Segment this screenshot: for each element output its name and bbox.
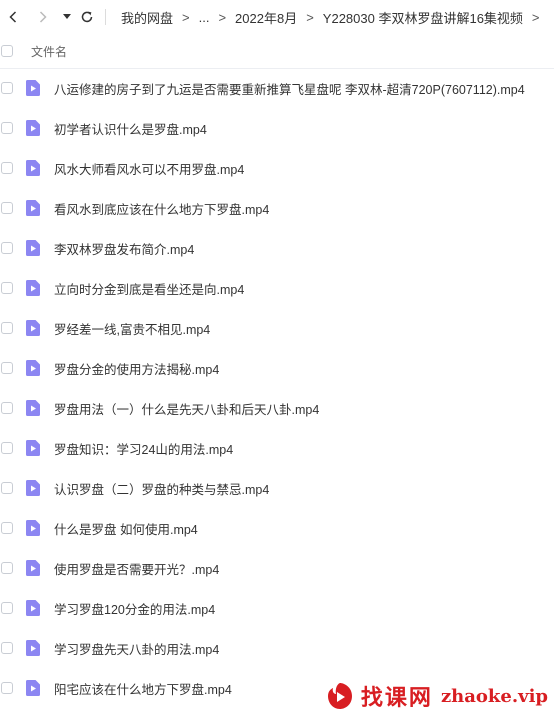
file-checkbox[interactable] <box>1 202 13 214</box>
file-list: 八运修建的房子到了九运是否需要重新推算飞星盘呢 李双林-超清720P(76071… <box>0 68 554 708</box>
file-checkbox[interactable] <box>1 282 13 294</box>
watermark-text-cn: 找课网 <box>360 685 433 711</box>
video-file-icon <box>26 480 40 496</box>
video-file-icon <box>26 160 40 176</box>
column-header-filename[interactable]: 文件名 <box>31 43 67 60</box>
file-checkbox[interactable] <box>1 362 13 374</box>
file-name[interactable]: 使用罗盘是否需要开光？.mp4 <box>54 559 219 578</box>
file-name[interactable]: 风水大师看风水可以不用罗盘.mp4 <box>54 159 244 178</box>
chevron-left-icon <box>9 11 17 23</box>
file-checkbox[interactable] <box>1 562 13 574</box>
file-row[interactable]: 罗经差一线,富贵不相见.mp4 <box>0 308 554 348</box>
file-name[interactable]: 认识罗盘（二）罗盘的种类与禁忌.mp4 <box>54 479 269 498</box>
file-name[interactable]: 八运修建的房子到了九运是否需要重新推算飞星盘呢 李双林-超清720P(76071… <box>54 79 525 98</box>
file-name[interactable]: 看风水到底应该在什么地方下罗盘.mp4 <box>54 199 269 218</box>
file-checkbox[interactable] <box>1 682 13 694</box>
file-checkbox[interactable] <box>1 162 13 174</box>
select-all-checkbox[interactable] <box>1 45 13 57</box>
video-file-icon <box>26 200 40 216</box>
file-checkbox[interactable] <box>1 402 13 414</box>
file-row[interactable]: 罗盘用法（一）什么是先天八卦和后天八卦.mp4 <box>0 388 554 428</box>
watermark-text-en: zhaoke.vip <box>440 685 548 707</box>
file-name[interactable]: 学习罗盘先天八卦的用法.mp4 <box>54 639 219 658</box>
file-checkbox[interactable] <box>1 322 13 334</box>
chevron-right-icon <box>39 11 47 23</box>
video-file-icon <box>26 680 40 696</box>
file-row[interactable]: 李双林罗盘发布简介.mp4 <box>0 228 554 268</box>
toolbar-divider <box>105 9 106 25</box>
video-file-icon <box>26 640 40 656</box>
breadcrumb-separator: > <box>306 9 314 25</box>
file-checkbox[interactable] <box>1 602 13 614</box>
file-row[interactable]: 什么是罗盘 如何使用.mp4 <box>0 508 554 548</box>
breadcrumb-item-ellipsis[interactable]: ... <box>199 10 210 25</box>
file-name[interactable]: 李双林罗盘发布简介.mp4 <box>54 239 194 258</box>
file-checkbox[interactable] <box>1 482 13 494</box>
file-checkbox[interactable] <box>1 122 13 134</box>
back-button[interactable] <box>6 11 20 23</box>
breadcrumb: 我的网盘 > ... > 2022年8月 > Y228030 李双林罗盘讲解16… <box>121 8 549 27</box>
video-file-icon <box>26 440 40 456</box>
file-name[interactable]: 罗盘分金的使用方法揭秘.mp4 <box>54 359 219 378</box>
video-file-icon <box>26 360 40 376</box>
video-file-icon <box>26 80 40 96</box>
toolbar: 我的网盘 > ... > 2022年8月 > Y228030 李双林罗盘讲解16… <box>0 0 554 34</box>
file-row[interactable]: 罗盘分金的使用方法揭秘.mp4 <box>0 348 554 388</box>
file-name[interactable]: 罗盘知识：学习24山的用法.mp4 <box>54 439 233 458</box>
video-file-icon <box>26 280 40 296</box>
file-name[interactable]: 初学者认识什么是罗盘.mp4 <box>54 119 207 138</box>
video-file-icon <box>26 560 40 576</box>
caret-down-icon <box>63 14 71 19</box>
file-row[interactable]: 初学者认识什么是罗盘.mp4 <box>0 108 554 148</box>
file-checkbox[interactable] <box>1 442 13 454</box>
video-file-icon <box>26 240 40 256</box>
file-name[interactable]: 什么是罗盘 如何使用.mp4 <box>54 519 198 538</box>
video-file-icon <box>26 120 40 136</box>
history-dropdown-button[interactable] <box>62 14 72 20</box>
file-row[interactable]: 罗盘知识：学习24山的用法.mp4 <box>0 428 554 468</box>
video-file-icon <box>26 600 40 616</box>
breadcrumb-separator: > <box>182 9 190 25</box>
breadcrumb-item-month[interactable]: 2022年8月 <box>235 8 297 27</box>
breadcrumb-separator: > <box>218 9 227 25</box>
file-name[interactable]: 罗盘用法（一）什么是先天八卦和后天八卦.mp4 <box>54 399 319 418</box>
list-header: 文件名 <box>0 34 554 69</box>
file-checkbox[interactable] <box>1 242 13 254</box>
breadcrumb-separator: > <box>531 9 540 25</box>
video-file-icon <box>26 320 40 336</box>
file-name[interactable]: 罗经差一线,富贵不相见.mp4 <box>54 319 210 338</box>
file-row[interactable]: 立向时分金到底是看坐还是向.mp4 <box>0 268 554 308</box>
file-row[interactable]: 学习罗盘先天八卦的用法.mp4 <box>0 628 554 668</box>
file-row[interactable]: 使用罗盘是否需要开光？.mp4 <box>0 548 554 588</box>
breadcrumb-item-current[interactable]: Y228030 李双林罗盘讲解16集视频 <box>323 8 523 27</box>
video-file-icon <box>26 520 40 536</box>
watermark: 找课网 zhaoke.vip <box>306 677 554 715</box>
file-name[interactable]: 学习罗盘120分金的用法.mp4 <box>54 599 215 618</box>
file-checkbox[interactable] <box>1 82 13 94</box>
file-checkbox[interactable] <box>1 642 13 654</box>
file-row[interactable]: 八运修建的房子到了九运是否需要重新推算飞星盘呢 李双林-超清720P(76071… <box>0 68 554 108</box>
file-checkbox[interactable] <box>1 522 13 534</box>
forward-button[interactable] <box>36 11 50 23</box>
refresh-icon <box>81 11 93 23</box>
file-row[interactable]: 认识罗盘（二）罗盘的种类与禁忌.mp4 <box>0 468 554 508</box>
file-row[interactable]: 看风水到底应该在什么地方下罗盘.mp4 <box>0 188 554 228</box>
refresh-button[interactable] <box>78 10 96 24</box>
file-name[interactable]: 立向时分金到底是看坐还是向.mp4 <box>54 279 244 298</box>
play-logo-icon <box>327 683 352 709</box>
file-name[interactable]: 阳宅应该在什么地方下罗盘.mp4 <box>54 679 232 698</box>
breadcrumb-item-root[interactable]: 我的网盘 <box>121 8 173 27</box>
video-file-icon <box>26 400 40 416</box>
file-row[interactable]: 风水大师看风水可以不用罗盘.mp4 <box>0 148 554 188</box>
file-row[interactable]: 学习罗盘120分金的用法.mp4 <box>0 588 554 628</box>
